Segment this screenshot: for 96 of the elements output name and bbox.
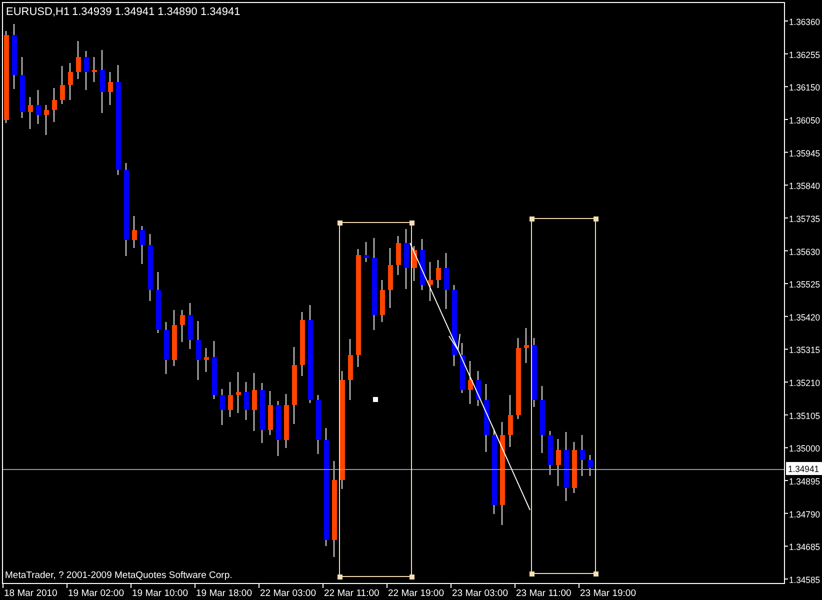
candle	[20, 56, 25, 118]
price-label: 1.35105	[789, 410, 822, 421]
candle	[532, 338, 537, 408]
candle	[404, 228, 409, 290]
candle	[52, 88, 57, 122]
candle	[540, 386, 545, 454]
candle	[580, 434, 585, 476]
price-label: 1.36150	[789, 82, 822, 93]
symbol-label: EURUSD,H1	[6, 6, 70, 18]
price-label: 1.35315	[789, 345, 822, 356]
candle	[556, 438, 561, 486]
candle	[244, 382, 249, 420]
candle	[508, 394, 513, 448]
candle	[212, 340, 217, 400]
candle	[156, 272, 161, 334]
candle	[348, 338, 353, 400]
candle	[276, 400, 281, 456]
price-label: 1.34585	[789, 575, 822, 585]
copyright-text: MetaTrader, ? 2001-2009 MetaQuotes Software Corp.	[5, 570, 232, 581]
time-label: 22 Mar 11:00	[324, 588, 380, 599]
candle	[564, 432, 569, 502]
candle	[148, 234, 153, 302]
candle	[444, 252, 449, 310]
price-label: 1.34790	[789, 509, 822, 520]
candle	[228, 382, 233, 418]
price-label: 1.35000	[789, 444, 822, 454]
candle	[140, 226, 145, 264]
candle	[172, 310, 177, 366]
candle	[164, 322, 169, 374]
candle	[36, 90, 41, 124]
candle	[284, 394, 289, 448]
current-price-label: 1.34941	[786, 462, 822, 475]
candle	[44, 104, 49, 136]
candle	[132, 216, 137, 248]
candle	[100, 50, 105, 114]
candle	[236, 372, 241, 414]
candle	[460, 342, 465, 394]
candle	[588, 454, 593, 476]
candle	[548, 430, 553, 476]
candle	[60, 66, 65, 104]
price-label: 1.34685	[789, 542, 822, 552]
candle	[572, 442, 577, 494]
candle	[436, 260, 441, 288]
price-label: 1.35420	[789, 312, 822, 322]
candle	[28, 96, 33, 130]
candle	[76, 40, 81, 80]
price-label: 1.36255	[789, 50, 822, 60]
price-label: 1.35945	[789, 148, 822, 158]
time-label: 19 Mar 18:00	[196, 588, 252, 599]
quote-values: 1.34939 1.34941 1.34890 1.34941	[72, 6, 240, 18]
time-label: 19 Mar 10:00	[132, 588, 188, 599]
candle	[396, 236, 401, 276]
time-label: 22 Mar 03:00	[260, 588, 316, 599]
time-label: 23 Mar 19:00	[580, 588, 636, 599]
candle	[260, 382, 265, 444]
candle	[300, 312, 305, 376]
candle	[92, 56, 97, 82]
candle	[316, 394, 321, 454]
candle	[412, 246, 417, 282]
candle	[180, 310, 185, 342]
candle	[468, 360, 473, 404]
candle	[364, 242, 369, 262]
candle	[204, 348, 209, 372]
candle	[524, 328, 529, 364]
price-label: 1.36050	[789, 115, 822, 126]
time-label: 23 Mar 03:00	[452, 588, 508, 599]
candle	[84, 50, 89, 90]
candle	[68, 62, 73, 100]
price-label: 1.35735	[789, 214, 822, 224]
candle	[420, 238, 425, 290]
time-label: 23 Mar 11:00	[516, 588, 572, 599]
candle	[476, 370, 481, 406]
candle	[428, 262, 433, 302]
price-label: 1.34895	[789, 476, 822, 487]
price-label: 1.36360	[789, 17, 822, 27]
trend-line[interactable]	[410, 242, 530, 510]
candle	[252, 372, 257, 432]
rectangle-object[interactable]	[338, 220, 414, 580]
candle	[12, 24, 17, 90]
candle	[220, 388, 225, 426]
time-label: 22 Mar 19:00	[388, 588, 444, 599]
point-marker	[373, 397, 378, 402]
rectangle-object[interactable]	[530, 216, 598, 576]
candle	[196, 320, 201, 380]
time-label: 19 Mar 02:00	[68, 588, 124, 599]
candle	[108, 72, 113, 106]
price-label: 1.35840	[789, 181, 822, 192]
price-label: 1.35525	[789, 280, 822, 290]
price-label: 1.35210	[789, 378, 822, 388]
price-label: 1.35630	[789, 246, 822, 257]
candle	[268, 390, 273, 436]
candle	[388, 248, 393, 308]
candle	[380, 280, 385, 322]
time-label: 18 Mar 2010	[4, 588, 58, 599]
candle	[188, 302, 193, 350]
candle	[484, 384, 489, 452]
